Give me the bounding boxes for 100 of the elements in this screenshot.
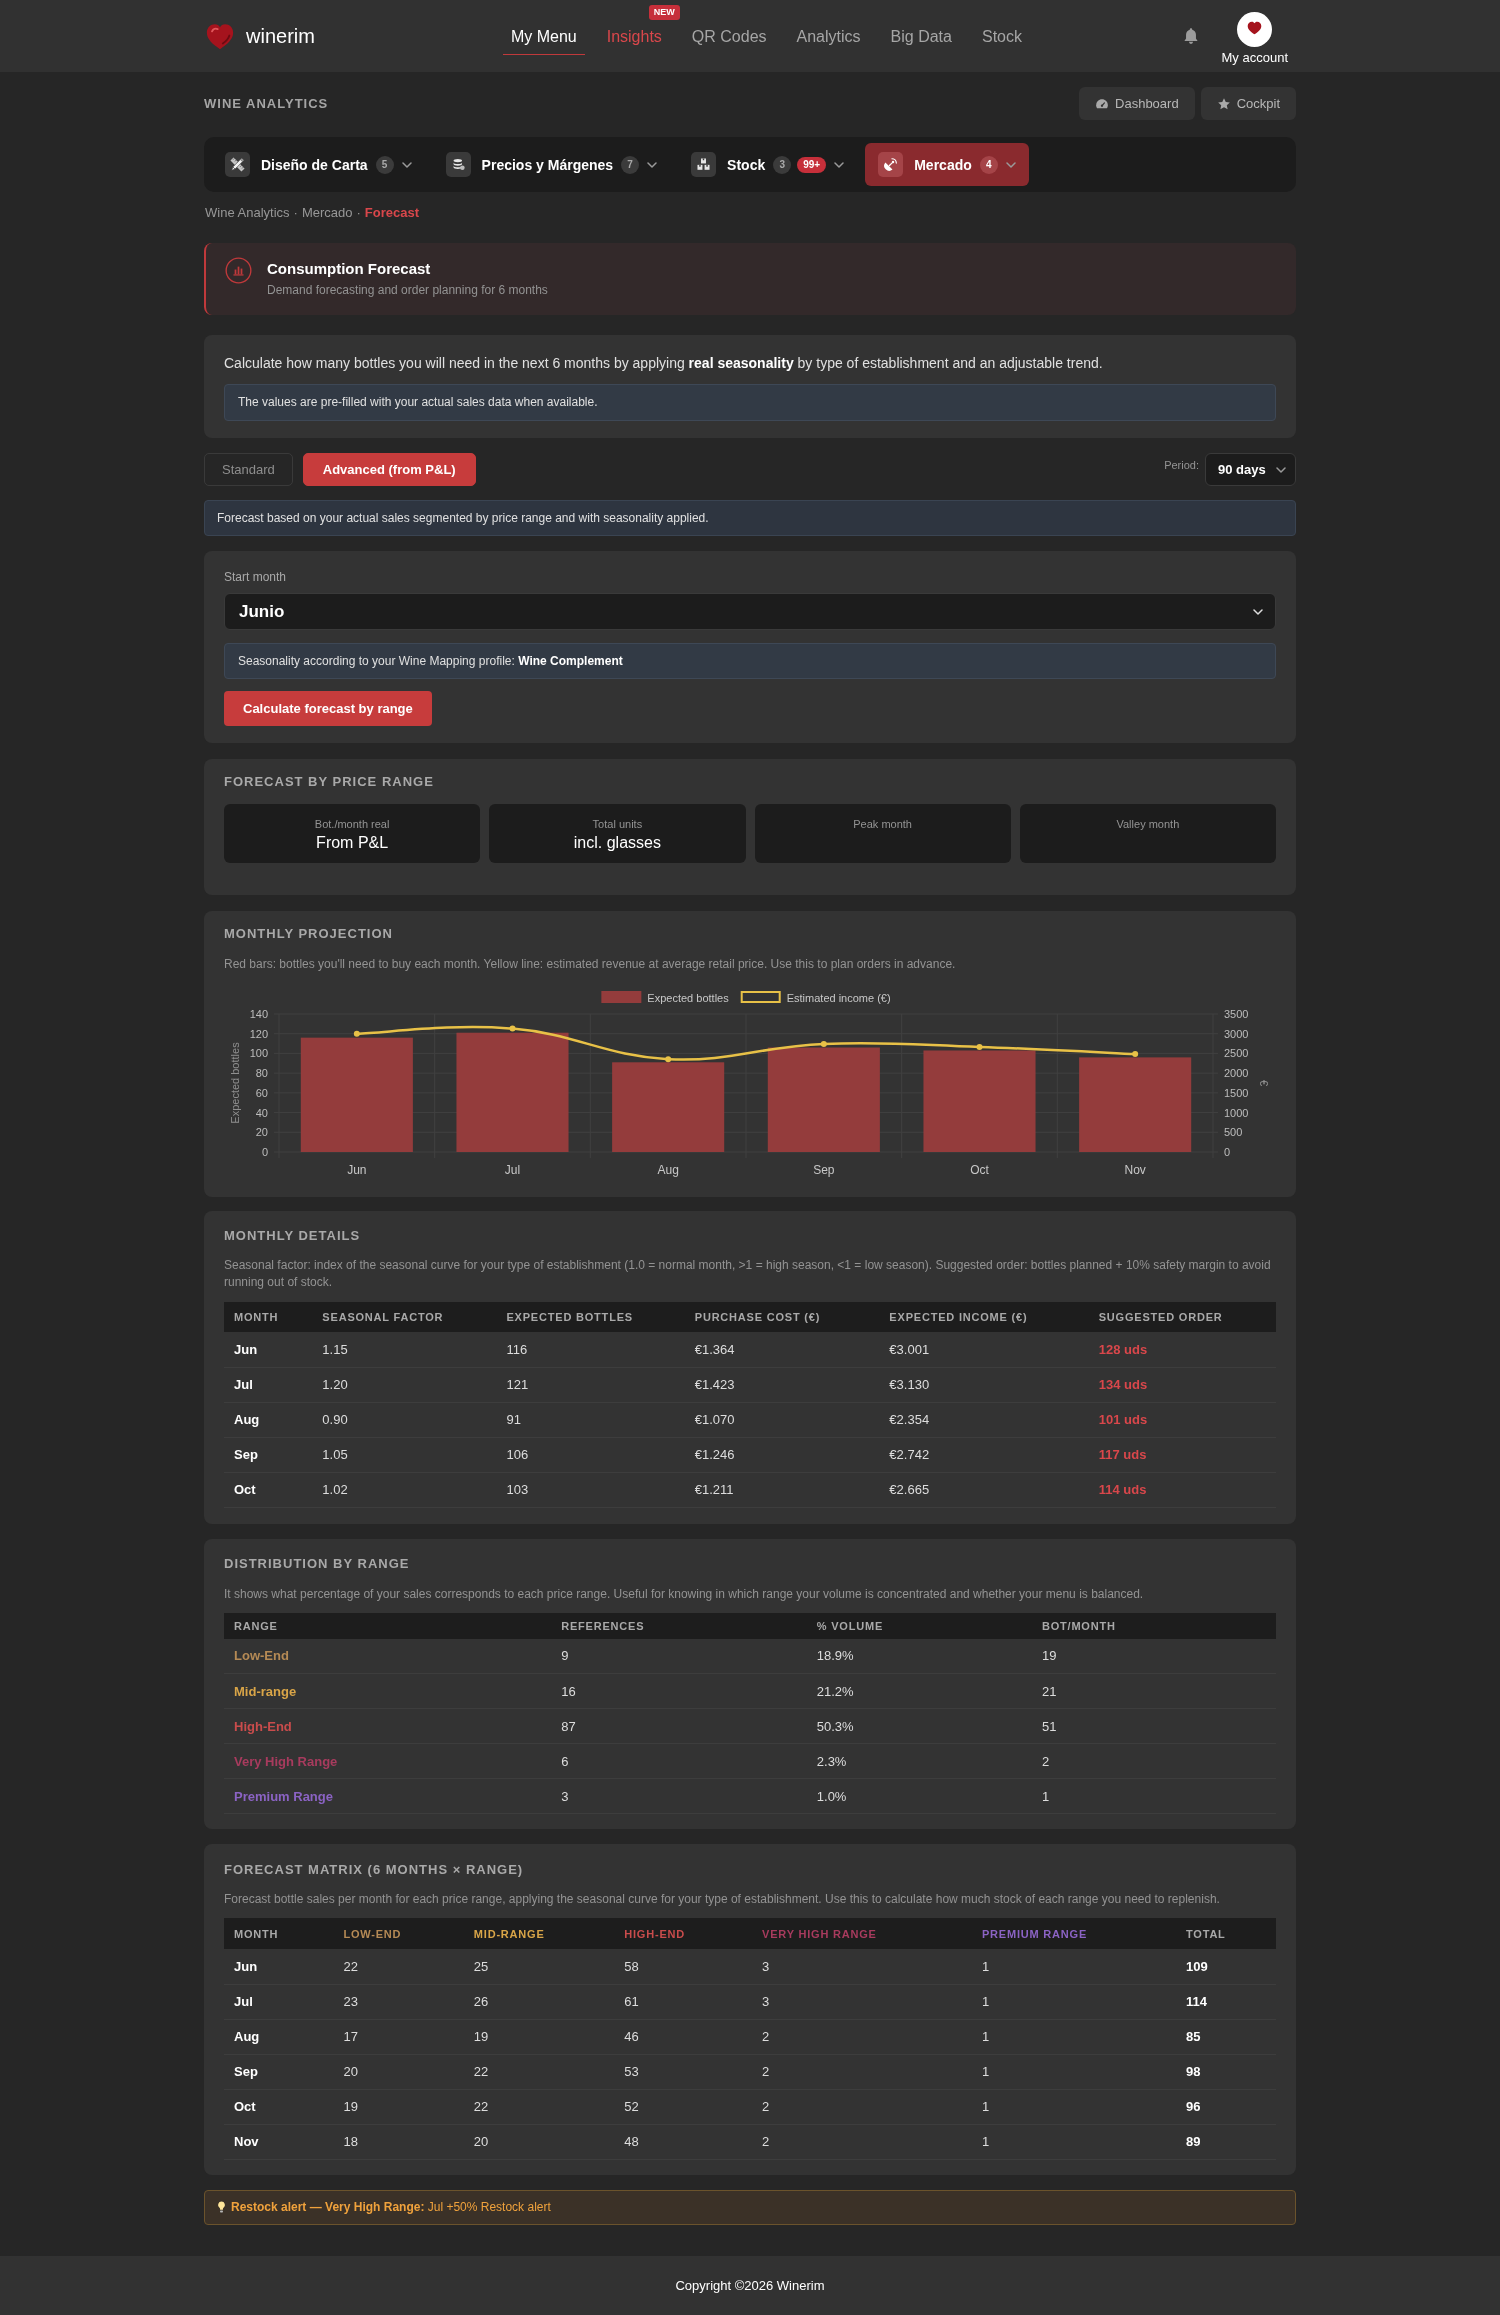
table-cell: Premium Range xyxy=(224,1778,552,1814)
coins-icon xyxy=(445,152,471,177)
calculate-button[interactable]: Calculate forecast by range xyxy=(224,691,432,726)
axis-title: € xyxy=(1258,1079,1270,1087)
breadcrumb-separator: · xyxy=(293,205,298,221)
stat-label: Peak month xyxy=(852,817,913,831)
axis-tick-label: 2000 xyxy=(1224,1067,1249,1080)
table-cell: 23 xyxy=(333,1984,464,2019)
nav-link[interactable]: Stock xyxy=(973,17,1030,55)
cockpit-button[interactable]: Cockpit xyxy=(1200,87,1296,120)
page-subtitle: Demand forecasting and order planning for 6 months xyxy=(267,283,548,298)
module-tab[interactable]: Precios y Márgenes 7 xyxy=(432,143,671,186)
table-cell: 1 xyxy=(971,2124,1176,2159)
column-header: MONTH xyxy=(224,1918,334,1949)
module-tab[interactable]: Diseño de Carta 5 xyxy=(212,143,425,186)
period-label: Period: xyxy=(1164,458,1199,472)
table-cell: €1.070 xyxy=(684,1402,880,1437)
table-cell: 2 xyxy=(752,2089,972,2124)
table-cell: 18 xyxy=(333,2124,464,2159)
axis-tick-label: 0 xyxy=(261,1146,268,1158)
stat-label: Bot./month real xyxy=(313,817,391,831)
column-header: MID-RANGE xyxy=(463,1918,615,1949)
column-header: SUGGESTED ORDER xyxy=(1088,1302,1276,1332)
axis-tick-label: 20 xyxy=(255,1126,268,1139)
table-cell: Oct xyxy=(224,2089,334,2124)
table-cell: 1 xyxy=(971,2089,1176,2124)
table-cell: 117 uds xyxy=(1088,1437,1276,1472)
breadcrumb-link[interactable]: Mercado xyxy=(301,205,353,221)
column-header: EXPECTED INCOME (€) xyxy=(879,1302,1089,1332)
brand-name[interactable]: winerim xyxy=(246,24,315,48)
card-description: Seasonal factor: index of the seasonal curve for your type of establishment (1.0 = normal month, >1 = high season, <1 = low season). Suggested order: bottles planned + 10% safety margin to avoid running out of stock. xyxy=(224,1257,1272,1291)
axis-tick-label: Jul xyxy=(504,1163,521,1177)
axis-tick-label: 3000 xyxy=(1224,1027,1249,1040)
count-badge: 4 xyxy=(979,155,998,174)
table-cell: 96 xyxy=(1176,2089,1276,2124)
table-cell: 50.3% xyxy=(806,1708,1032,1744)
month-select[interactable]: Junio xyxy=(224,593,1276,630)
mode-button[interactable]: Standard xyxy=(204,453,293,486)
axis-tick-label: 120 xyxy=(249,1027,268,1040)
period-select[interactable]: 90 days xyxy=(1205,453,1296,486)
table-cell: 21.2% xyxy=(806,1673,1032,1709)
nav-link[interactable]: My Menu xyxy=(502,17,585,55)
nav-link[interactable]: QR Codes xyxy=(683,17,775,55)
table-cell: 16 xyxy=(551,1673,807,1709)
axis-tick-label: 80 xyxy=(255,1067,268,1080)
axis-tick-label: Oct xyxy=(970,1163,989,1177)
table-cell: 17 xyxy=(333,2019,464,2054)
copyright-text: Copyright ©2026 Winerim xyxy=(675,2278,825,2293)
table-cell: 91 xyxy=(496,1402,685,1437)
table-cell: Low-End xyxy=(224,1638,552,1674)
table-cell: 0.90 xyxy=(312,1402,497,1437)
chevron-down-icon xyxy=(1005,161,1016,168)
table-cell: Jun xyxy=(224,1949,334,1984)
table-cell: 6 xyxy=(551,1743,807,1779)
table-cell: 87 xyxy=(551,1708,807,1744)
column-header: TOTAL xyxy=(1176,1918,1276,1949)
data-point xyxy=(1132,1051,1139,1058)
avatar-icon[interactable] xyxy=(1237,11,1273,47)
stat-label: Valley month xyxy=(1115,817,1181,831)
page-title: Consumption Forecast xyxy=(267,260,432,278)
table-cell: 46 xyxy=(614,2019,753,2054)
mode-button[interactable]: Advanced (from P&L) xyxy=(302,453,476,486)
table-cell: 22 xyxy=(463,2054,615,2089)
table-cell: 98 xyxy=(1176,2054,1276,2089)
satellite-dish-icon xyxy=(878,152,904,177)
account-link[interactable]: My account xyxy=(1221,49,1288,65)
axis-tick-label: 1000 xyxy=(1224,1106,1249,1119)
table-cell: 1.02 xyxy=(312,1472,497,1507)
table-cell: 19 xyxy=(1031,1638,1276,1674)
table-cell: €1.364 xyxy=(684,1332,880,1367)
table-cell: 2 xyxy=(752,2124,972,2159)
table-cell: 116 xyxy=(496,1332,685,1367)
dashboard-button[interactable]: Dashboard xyxy=(1079,87,1195,120)
breadcrumb-link[interactable]: Wine Analytics xyxy=(205,205,290,221)
table-cell: €2.354 xyxy=(879,1402,1089,1437)
stat-label: Total units xyxy=(591,817,644,831)
nav-link[interactable]: Big Data xyxy=(882,17,960,55)
table-cell: 2 xyxy=(1031,1743,1276,1779)
module-tab[interactable]: Stock 3 99+ xyxy=(678,143,858,186)
table-cell: Jul xyxy=(224,1367,313,1402)
chevron-down-icon xyxy=(1276,466,1286,473)
axis-tick-label: Sep xyxy=(813,1163,835,1177)
table-cell: €1.423 xyxy=(684,1367,880,1402)
table-cell: 1.20 xyxy=(312,1367,497,1402)
nav-link[interactable]: Analytics xyxy=(788,17,869,55)
table-cell: 53 xyxy=(614,2054,753,2089)
pencil-ruler-icon xyxy=(225,152,250,177)
module-tab[interactable]: Mercado 4 xyxy=(865,143,1029,186)
table-cell: 61 xyxy=(614,1984,753,2019)
card-description: Red bars: bottles you'll need to buy each month. Yellow line: estimated revenue at average retail price. Use this to plan orders in advance. xyxy=(224,956,957,973)
card-description: It shows what percentage of your sales corresponds to each price range. Useful for knowing in which range your volume is concentrated and whether your menu is balanced. xyxy=(224,1585,1145,1603)
axis-tick-label: Aug xyxy=(657,1163,679,1177)
table-cell: €2.665 xyxy=(879,1472,1089,1507)
new-badge: NEW xyxy=(648,5,680,20)
table-cell: 121 xyxy=(496,1367,685,1402)
breadcrumb-separator: · xyxy=(356,205,361,221)
table-cell: 85 xyxy=(1176,2019,1276,2054)
data-point xyxy=(820,1040,827,1047)
axis-title: Expected bottles xyxy=(229,1042,241,1124)
legend-label: Expected bottles xyxy=(647,992,729,1004)
